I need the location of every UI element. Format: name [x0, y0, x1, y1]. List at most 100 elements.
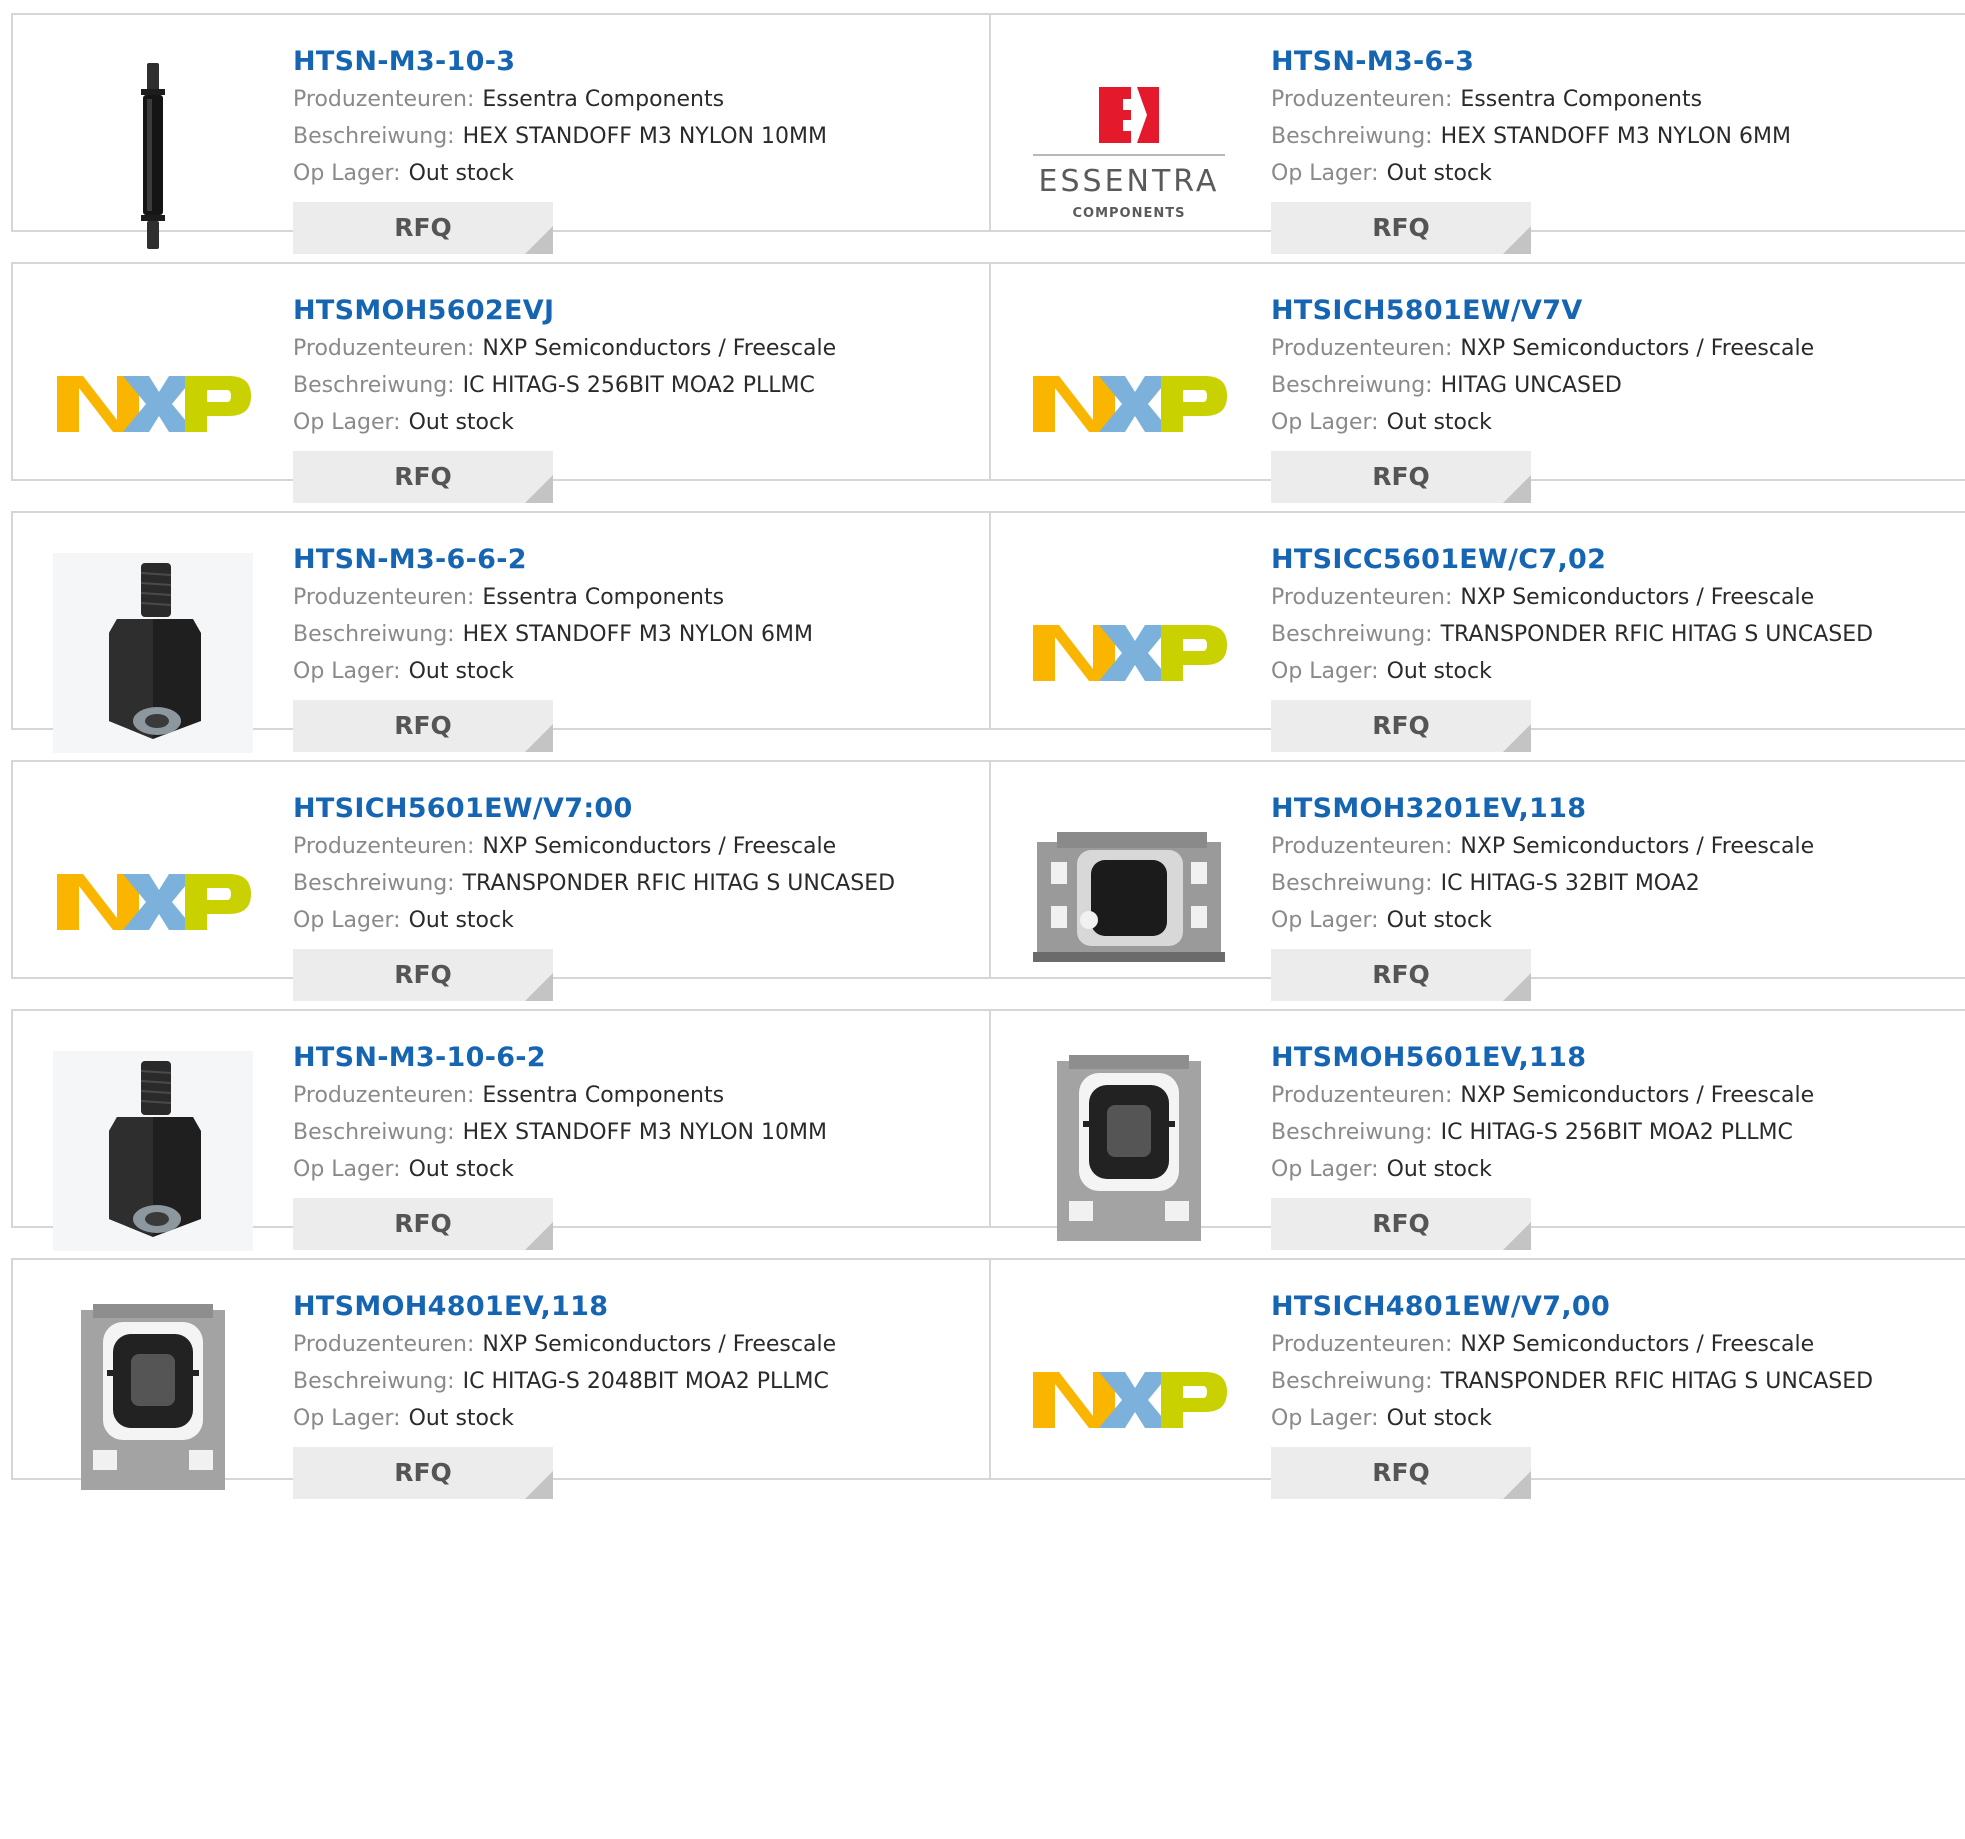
- stock-value: Out stock: [1386, 1406, 1492, 1431]
- rfq-label: RFQ: [1372, 213, 1430, 242]
- description-value: IC HITAG-S 256BIT MOA2 PLLMC: [1440, 1120, 1793, 1145]
- manufacturer-row: Produzenteuren: Essentra Components: [293, 1077, 969, 1114]
- corner-triangle-icon: [525, 973, 553, 1001]
- stock-row: Op Lager: Out stock: [1271, 902, 1957, 939]
- manufacturer-label: Produzenteuren:: [293, 585, 475, 610]
- rfq-button[interactable]: RFQ: [293, 1447, 553, 1499]
- stock-row: Op Lager: Out stock: [293, 1400, 969, 1437]
- product-title-link[interactable]: HTSMOH5601EV,118: [1271, 1039, 1957, 1077]
- stock-label: Op Lager:: [293, 1157, 401, 1182]
- rfq-button[interactable]: RFQ: [1271, 949, 1531, 1001]
- manufacturer-value: Essentra Components: [482, 87, 725, 112]
- stock-row: Op Lager: Out stock: [293, 404, 969, 441]
- manufacturer-value: NXP Semiconductors / Freescale: [482, 834, 837, 859]
- description-value: IC HITAG-S 32BIT MOA2: [1440, 871, 1700, 896]
- stock-value: Out stock: [1386, 659, 1492, 684]
- stock-row: Op Lager: Out stock: [1271, 1400, 1957, 1437]
- stock-value: Out stock: [1386, 908, 1492, 933]
- rfid-module-icon[interactable]: [53, 1300, 253, 1500]
- product-title-link[interactable]: HTSICH5601EW/V7:00: [293, 790, 969, 828]
- description-row: Beschreiwung: HITAG UNCASED: [1271, 367, 1957, 404]
- nxp-logo-icon[interactable]: [1029, 1300, 1229, 1500]
- rfq-label: RFQ: [1372, 1209, 1430, 1238]
- corner-triangle-icon: [1503, 1222, 1531, 1250]
- description-row: Beschreiwung: IC HITAG-S 256BIT MOA2 PLLM…: [293, 367, 969, 404]
- stock-label: Op Lager:: [1271, 410, 1379, 435]
- description-label: Beschreiwung:: [1271, 373, 1433, 398]
- product-title-link[interactable]: HTSN-M3-10-6-2: [293, 1039, 969, 1077]
- rfid-module-icon[interactable]: [1029, 802, 1229, 1002]
- stock-value: Out stock: [1386, 410, 1492, 435]
- product-title-link[interactable]: HTSICC5601EW/C7,02: [1271, 541, 1957, 579]
- product-title-link[interactable]: HTSN-M3-10-3: [293, 43, 969, 81]
- description-label: Beschreiwung:: [293, 1369, 455, 1394]
- stock-row: Op Lager: Out stock: [293, 902, 969, 939]
- stock-value: Out stock: [408, 908, 514, 933]
- product-info: HTSN-M3-10-3 Produzenteuren: Essentra Comp…: [293, 43, 969, 254]
- nxp-p-shape: [1161, 376, 1227, 432]
- product-card: HTSN-M3-6-6-2 Produzenteuren: Essentra Com…: [11, 511, 991, 753]
- product-title-link[interactable]: HTSICH5801EW/V7V: [1271, 292, 1957, 330]
- manufacturer-label: Produzenteuren:: [1271, 1332, 1453, 1357]
- rfq-button[interactable]: RFQ: [293, 202, 553, 254]
- nxp-logo-icon[interactable]: [53, 304, 253, 504]
- nxp-logo-icon[interactable]: [53, 802, 253, 1002]
- rfq-button[interactable]: RFQ: [1271, 700, 1531, 752]
- manufacturer-row: Produzenteuren: NXP Semiconductors / Free…: [1271, 330, 1957, 367]
- rfq-label: RFQ: [394, 213, 452, 242]
- description-value: TRANSPONDER RFIC HITAG S UNCASED: [1440, 622, 1874, 647]
- stock-row: Op Lager: Out stock: [293, 653, 969, 690]
- rfid-module-icon[interactable]: [1029, 1051, 1229, 1251]
- manufacturer-row: Produzenteuren: NXP Semiconductors / Free…: [1271, 828, 1957, 865]
- manufacturer-value: NXP Semiconductors / Freescale: [1460, 336, 1815, 361]
- product-title-link[interactable]: HTSMOH4801EV,118: [293, 1288, 969, 1326]
- description-row: Beschreiwung: HEX STANDOFF M3 NYLON 6MM: [293, 616, 969, 653]
- manufacturer-value: NXP Semiconductors / Freescale: [482, 1332, 837, 1357]
- corner-triangle-icon: [525, 1471, 553, 1499]
- corner-triangle-icon: [525, 226, 553, 254]
- corner-triangle-icon: [1503, 226, 1531, 254]
- description-row: Beschreiwung: HEX STANDOFF M3 NYLON 6MM: [1271, 118, 1957, 155]
- corner-triangle-icon: [525, 724, 553, 752]
- rfq-label: RFQ: [394, 1458, 452, 1487]
- product-title-link[interactable]: HTSN-M3-6-6-2: [293, 541, 969, 579]
- hex-standoff-icon[interactable]: [53, 553, 253, 753]
- description-value: IC HITAG-S 2048BIT MOA2 PLLMC: [462, 1369, 829, 1394]
- rfq-button[interactable]: RFQ: [1271, 202, 1531, 254]
- description-label: Beschreiwung:: [293, 373, 455, 398]
- product-card: HTSN-M3-10-6-2 Produzenteuren: Essentra Co…: [11, 1009, 991, 1251]
- description-value: TRANSPONDER RFIC HITAG S UNCASED: [1440, 1369, 1874, 1394]
- stock-label: Op Lager:: [293, 161, 401, 186]
- standoff-pin-icon[interactable]: [53, 55, 253, 255]
- rfq-button[interactable]: RFQ: [293, 1198, 553, 1250]
- product-card: HTSN-M3-10-3 Produzenteuren: Essentra Comp…: [11, 13, 991, 254]
- product-title-link[interactable]: HTSMOH5602EVJ: [293, 292, 969, 330]
- corner-triangle-icon: [525, 475, 553, 503]
- manufacturer-label: Produzenteuren:: [293, 1083, 475, 1108]
- manufacturer-label: Produzenteuren:: [1271, 585, 1453, 610]
- product-title-link[interactable]: HTSN-M3-6-3: [1271, 43, 1957, 81]
- product-title-link[interactable]: HTSMOH3201EV,118: [1271, 790, 1957, 828]
- description-row: Beschreiwung: TRANSPONDER RFIC HITAG S UN…: [1271, 616, 1957, 653]
- nxp-p-shape: [185, 874, 251, 930]
- nxp-logo-icon[interactable]: [1029, 553, 1229, 753]
- product-info: HTSMOH5602EVJ Produzenteuren: NXP Semicond…: [293, 292, 969, 503]
- manufacturer-label: Produzenteuren:: [293, 336, 475, 361]
- manufacturer-label: Produzenteuren:: [1271, 87, 1453, 112]
- hex-standoff-icon[interactable]: [53, 1051, 253, 1251]
- rfq-button[interactable]: RFQ: [1271, 1198, 1531, 1250]
- rfq-button[interactable]: RFQ: [1271, 451, 1531, 503]
- product-title-link[interactable]: HTSICH4801EW/V7,00: [1271, 1288, 1957, 1326]
- rfq-label: RFQ: [394, 711, 452, 740]
- nxp-logo-icon[interactable]: [1029, 304, 1229, 504]
- corner-triangle-icon: [1503, 1471, 1531, 1499]
- essentra-logo-icon[interactable]: ESSENTRA COMPONENTS: [1029, 55, 1229, 255]
- product-info: HTSICH4801EW/V7,00 Produzenteuren: NXP Sem…: [1271, 1288, 1957, 1499]
- stock-label: Op Lager:: [1271, 659, 1379, 684]
- rfq-button[interactable]: RFQ: [1271, 1447, 1531, 1499]
- description-label: Beschreiwung:: [1271, 622, 1433, 647]
- rfq-button[interactable]: RFQ: [293, 700, 553, 752]
- rfq-button[interactable]: RFQ: [293, 451, 553, 503]
- rfq-button[interactable]: RFQ: [293, 949, 553, 1001]
- stock-row: Op Lager: Out stock: [1271, 404, 1957, 441]
